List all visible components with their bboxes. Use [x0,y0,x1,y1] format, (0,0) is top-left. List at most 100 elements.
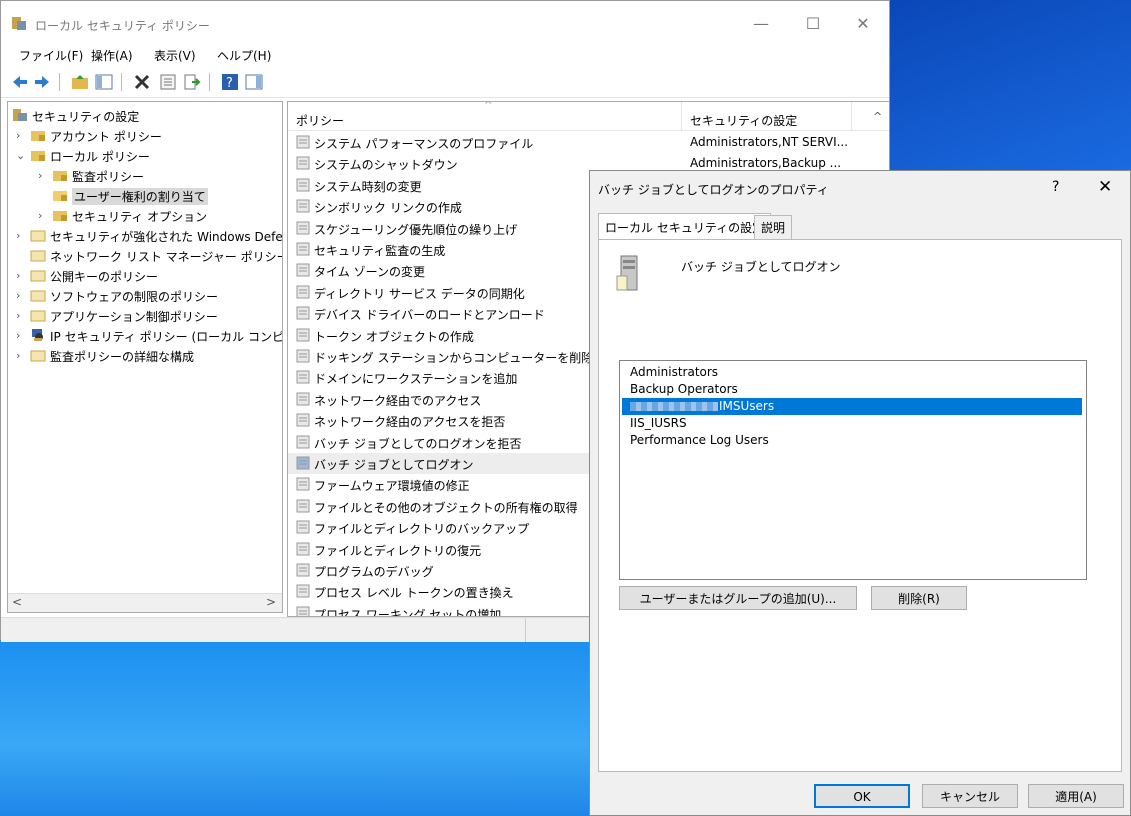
policy-item-icon [296,456,310,470]
policy-item-icon [296,156,310,170]
member-name: IMSUsers [719,399,775,413]
policy-item-icon [296,370,310,384]
delete-icon[interactable] [133,73,151,91]
tree-item-label: セキュリティの設定 [32,110,140,124]
forward-arrow-icon[interactable] [33,73,51,91]
policy-item-icon [296,606,310,616]
chevron-right-icon[interactable]: › [16,229,26,242]
column-divider [681,102,682,130]
dialog-title: バッチ ジョブとしてログオンのプロパティ [598,183,829,197]
toolbar-separator [209,73,210,91]
svg-text:?: ? [226,76,233,91]
chevron-right-icon[interactable]: › [16,269,26,282]
policy-item-icon [296,285,310,299]
tab-explain[interactable]: 説明 [754,215,793,240]
ip-security-icon [32,329,43,341]
maximize-button[interactable]: ☐ [793,11,833,37]
menu-help[interactable]: ヘルプ(H) [217,47,271,64]
tree-item-label: ソフトウェアの制限のポリシー [50,290,219,304]
tab-panel: バッチ ジョブとしてログオン Administrators Backup Ope… [598,239,1122,772]
toolbar-separator [121,73,122,91]
column-header-policy[interactable]: ポリシー [296,112,344,129]
toolbar: ? [1,67,889,98]
chevron-right-icon[interactable]: › [16,349,26,362]
policy-name-cell: システム パフォーマンスのプロファイル [314,137,534,151]
scroll-left-icon[interactable]: < [12,595,22,609]
policy-name-cell: ディレクトリ サービス データの同期化 [314,286,525,301]
table-row[interactable]: システム パフォーマンスのプロファイル Administrators,NT SER… [288,132,889,153]
policy-name-cell: プロセス ワーキング セットの増加 [314,607,502,617]
remove-button[interactable]: 削除(R) [871,586,967,610]
policy-item-icon [296,392,310,406]
chevron-right-icon[interactable]: › [16,309,26,322]
back-arrow-icon[interactable] [11,73,29,91]
policy-name-cell: プロセス レベル トークンの置き換え [314,586,514,601]
add-user-or-group-button[interactable]: ユーザーまたはグループの追加(U)... [619,586,857,610]
tree-item-label: セキュリティが強化された Windows Defer [50,230,283,244]
list-item[interactable]: Administrators [622,364,1082,381]
menu-file[interactable]: ファイル(F) [19,47,83,64]
ok-button[interactable]: OK [814,784,910,808]
policy-name-cell: トークン オブジェクトの作成 [314,329,474,344]
show-action-pane-icon[interactable] [245,73,263,91]
policy-name-cell: タイム ゾーンの変更 [314,265,425,280]
cancel-button[interactable]: キャンセル [922,784,1018,808]
security-setting-cell: Administrators,NT SERVI... [690,135,849,149]
title-bar[interactable]: ローカル セキュリティ ポリシー — ☐ ✕ [1,1,889,41]
server-policy-icon [616,255,638,291]
list-item[interactable]: Backup Operators [622,381,1082,398]
folder-icon [30,310,46,322]
chevron-right-icon[interactable]: › [38,209,48,222]
policy-name-cell: ファームウェア環境値の修正 [314,479,470,494]
policy-item-icon [296,563,310,577]
folder-icon [30,290,46,302]
tree-item-label: IP セキュリティ ポリシー (ローカル コンピュータ [50,330,283,344]
policy-item-icon [296,499,310,513]
menu-action[interactable]: 操作(A) [91,47,133,64]
chevron-down-icon[interactable]: ⌄ [16,149,26,162]
policy-name-cell: ドッキング ステーションからコンピューターを削除 [314,351,594,365]
help-icon[interactable]: ? [221,73,239,91]
policy-item-icon [296,520,310,534]
column-divider [851,102,852,130]
export-list-icon[interactable] [183,73,201,91]
menu-bar: ファイル(F) 操作(A) 表示(V) ヘルプ(H) [1,41,889,67]
folder-icon [30,230,46,242]
status-divider [525,618,526,642]
tab-local-security-setting[interactable]: ローカル セキュリティの設定 [598,213,772,240]
chevron-right-icon[interactable]: › [16,129,26,142]
scroll-up-icon[interactable]: ^ [873,110,882,123]
members-list[interactable]: Administrators Backup Operators IMSUsers… [619,360,1087,580]
policy-name-cell: デバイス ドライバーのロードとアンロード [314,308,545,323]
scroll-right-icon[interactable]: > [266,595,276,609]
help-button[interactable]: ? [1052,179,1059,195]
up-folder-icon[interactable] [71,73,89,91]
minimize-button[interactable]: — [741,11,781,37]
menu-view[interactable]: 表示(V) [154,47,196,64]
policy-name-cell: バッチ ジョブとしてログオン [314,458,474,472]
horizontal-scrollbar[interactable]: < > [8,593,282,612]
apply-button[interactable]: 適用(A) [1028,784,1124,808]
policy-name-cell: シンボリック リンクの作成 [314,201,462,216]
redacted-region [630,402,718,411]
folder-icon [30,270,46,282]
tree-item-label: ネットワーク リスト マネージャー ポリシー [50,250,283,264]
policy-name-cell: ドメインにワークステーションを追加 [314,372,518,387]
list-item[interactable]: IIS_IUSRS [622,415,1082,432]
column-header-setting[interactable]: セキュリティの設定 [690,112,797,129]
list-item-selected[interactable]: IMSUsers [622,398,1082,415]
dialog-close-button[interactable]: ✕ [1098,177,1112,197]
policy-name-cell: スケジューリング優先順位の繰り上げ [314,222,518,237]
chevron-right-icon[interactable]: › [16,329,26,342]
properties-icon[interactable] [159,73,177,91]
tree-item-label: アプリケーション制御ポリシー [50,310,218,324]
list-item[interactable]: Performance Log Users [622,432,1082,449]
policy-name-cell: ファイルとその他のオブジェクトの所有権の取得 [314,500,578,515]
chevron-right-icon[interactable]: › [16,289,26,302]
tree-item-label: アカウント ポリシー [50,130,162,144]
policy-item-icon [296,584,310,598]
close-button[interactable]: ✕ [843,11,883,37]
chevron-right-icon[interactable]: › [38,169,48,182]
show-hide-tree-icon[interactable] [95,73,113,91]
policy-item-icon [296,242,310,256]
